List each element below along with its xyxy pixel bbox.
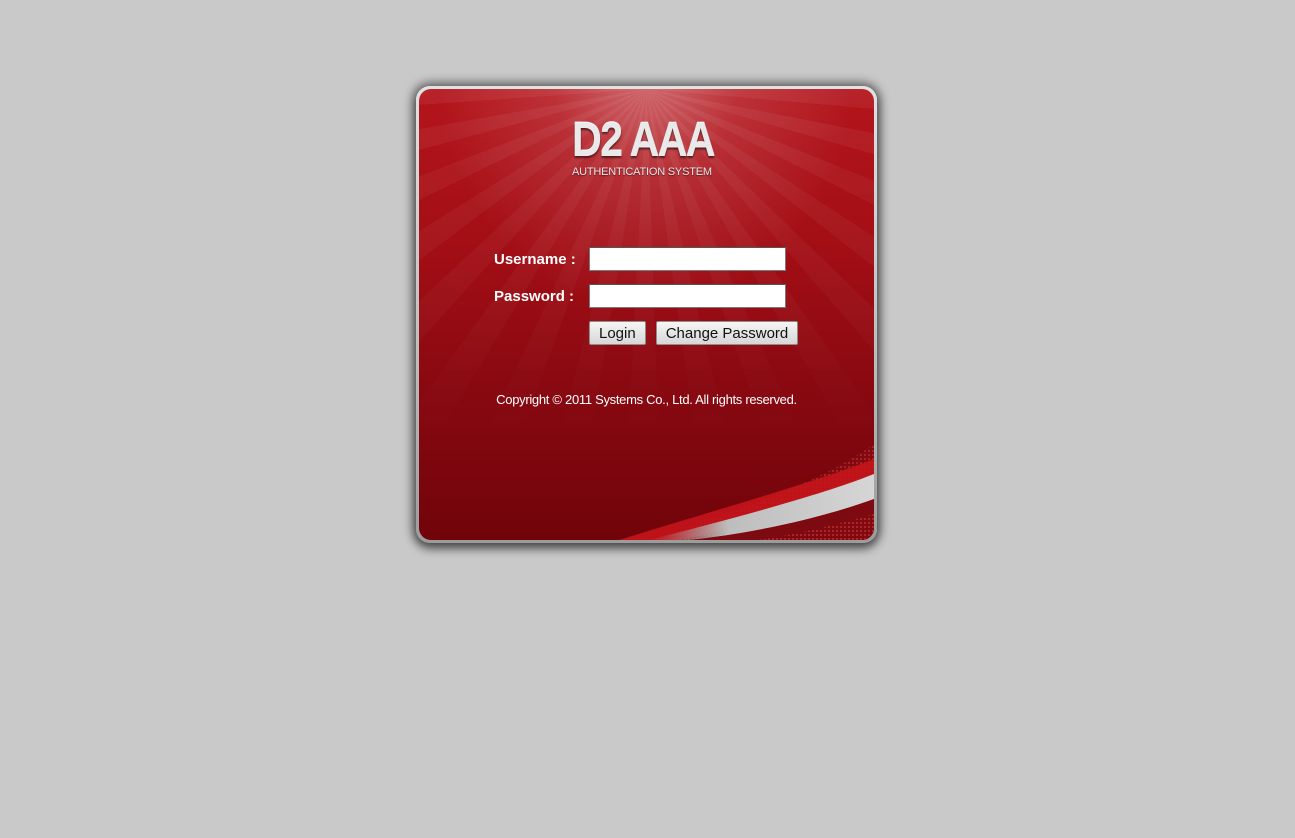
login-panel-frame: D2 AAA AUTHENTICATION SYSTEM Username : …: [416, 86, 877, 543]
password-input[interactable]: [589, 284, 786, 308]
product-logo: D2 AAA AUTHENTICATION SYSTEM: [572, 114, 722, 179]
username-label: Username :: [494, 250, 576, 268]
copyright-text: Copyright © 2011 Systems Co., Ltd. All r…: [496, 392, 797, 407]
logo-title: D2 AAA: [572, 114, 716, 167]
username-row: Username :: [494, 247, 786, 271]
logo-subtitle: AUTHENTICATION SYSTEM: [572, 166, 712, 178]
button-row: Login Change Password: [589, 321, 799, 345]
username-input[interactable]: [589, 247, 786, 271]
login-page: D2 AAA AUTHENTICATION SYSTEM Username : …: [0, 0, 1295, 838]
password-label: Password :: [494, 287, 575, 305]
login-panel: D2 AAA AUTHENTICATION SYSTEM Username : …: [419, 89, 874, 540]
change-password-button[interactable]: Change Password: [655, 321, 799, 345]
login-button[interactable]: Login: [589, 321, 646, 345]
password-row: Password :: [494, 284, 786, 308]
